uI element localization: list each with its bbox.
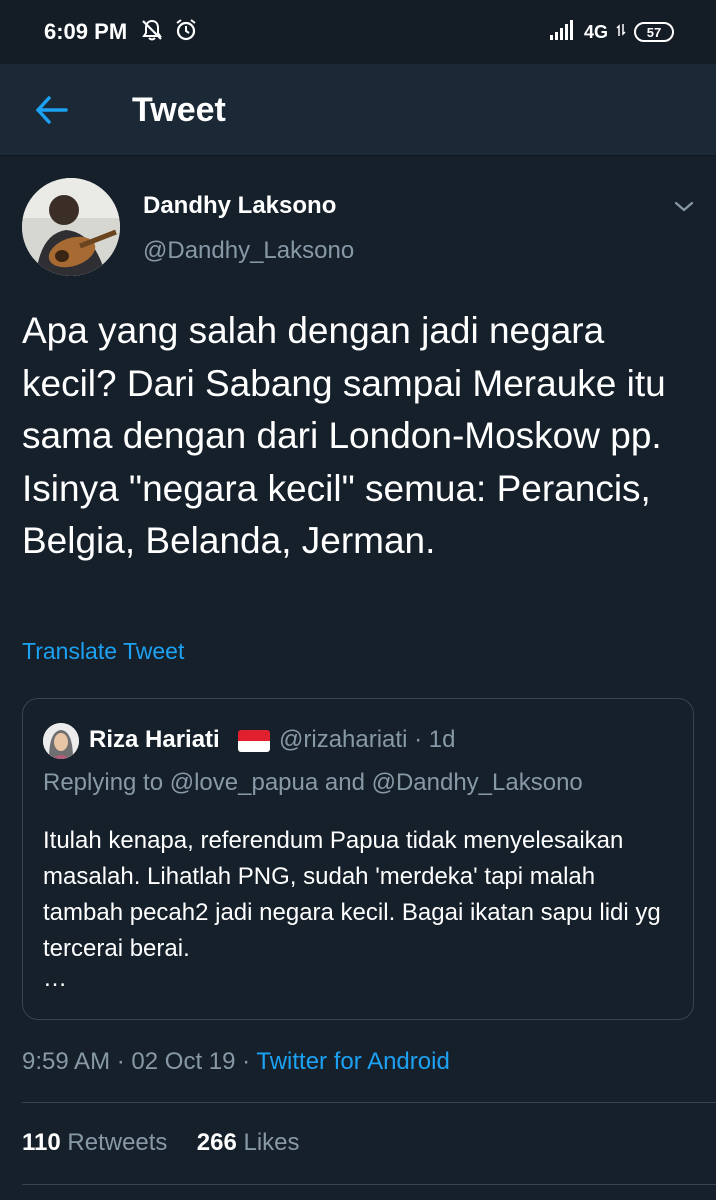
retweets-count: 110 — [22, 1129, 61, 1156]
data-activity-icon — [616, 22, 626, 43]
quoted-tweet[interactable]: Riza Hariati @rizahariati · 1d Replying … — [22, 698, 694, 1020]
quoted-handle-line: @rizahariati · 1d — [279, 724, 455, 756]
quoted-handle: @rizahariati — [279, 726, 408, 753]
page-title: Tweet — [132, 91, 226, 129]
separator-dot: · — [242, 1048, 257, 1075]
tweet-timestamp: 9:59 AM · 02 Oct 19 · Twitter for Androi… — [22, 1046, 450, 1078]
avatar[interactable] — [22, 178, 120, 276]
quoted-text: Itulah kenapa, referendum Papua tidak me… — [43, 827, 661, 962]
network-type: 4G — [583, 21, 608, 42]
tweet-text: Apa yang salah dengan jadi negara kecil?… — [22, 310, 666, 561]
divider — [22, 1184, 716, 1185]
retweets-stat[interactable]: 110 Retweets — [22, 1129, 174, 1156]
battery-icon: 57 — [634, 22, 674, 42]
battery-level: 57 — [646, 24, 662, 40]
translate-tweet-link[interactable]: Translate Tweet — [22, 636, 184, 666]
status-time: 6:09 PM — [44, 19, 128, 44]
indonesia-flag-icon — [238, 730, 270, 752]
tweet-source-link[interactable]: Twitter for Android — [256, 1048, 449, 1075]
retweets-label: Retweets — [67, 1129, 168, 1156]
chevron-down-icon[interactable] — [670, 192, 698, 220]
likes-label: Likes — [243, 1129, 300, 1156]
back-button[interactable] — [30, 88, 74, 132]
separator-dot: · — [116, 1048, 132, 1075]
likes-count: 266 — [196, 1129, 237, 1156]
app-header: Tweet — [0, 64, 716, 156]
quoted-avatar — [43, 723, 79, 759]
tweet-stats: 110 Retweets 266 Likes — [22, 1127, 300, 1159]
author-handle[interactable]: @Dandhy_Laksono — [143, 236, 354, 266]
notifications-muted-icon — [139, 17, 165, 48]
separator-dot: · — [414, 726, 429, 753]
status-bar: 6:09 PM 4G 57 — [0, 0, 716, 64]
arrow-left-icon — [30, 96, 74, 136]
quoted-ellipsis: … — [43, 965, 67, 992]
likes-stat[interactable]: 266 Likes — [197, 1129, 300, 1156]
signal-icon — [549, 19, 576, 46]
divider — [22, 1102, 716, 1103]
tweet-date: 02 Oct 19 — [131, 1048, 236, 1075]
quoted-age: 1d — [428, 726, 456, 753]
tweet-time: 9:59 AM — [22, 1048, 111, 1075]
alarm-icon — [173, 17, 199, 48]
quoted-replying-to: Replying to @love_papua and @Dandhy_Laks… — [43, 769, 583, 796]
author-name[interactable]: Dandhy Laksono — [143, 191, 336, 221]
quoted-author-name: Riza Hariati — [89, 726, 220, 753]
